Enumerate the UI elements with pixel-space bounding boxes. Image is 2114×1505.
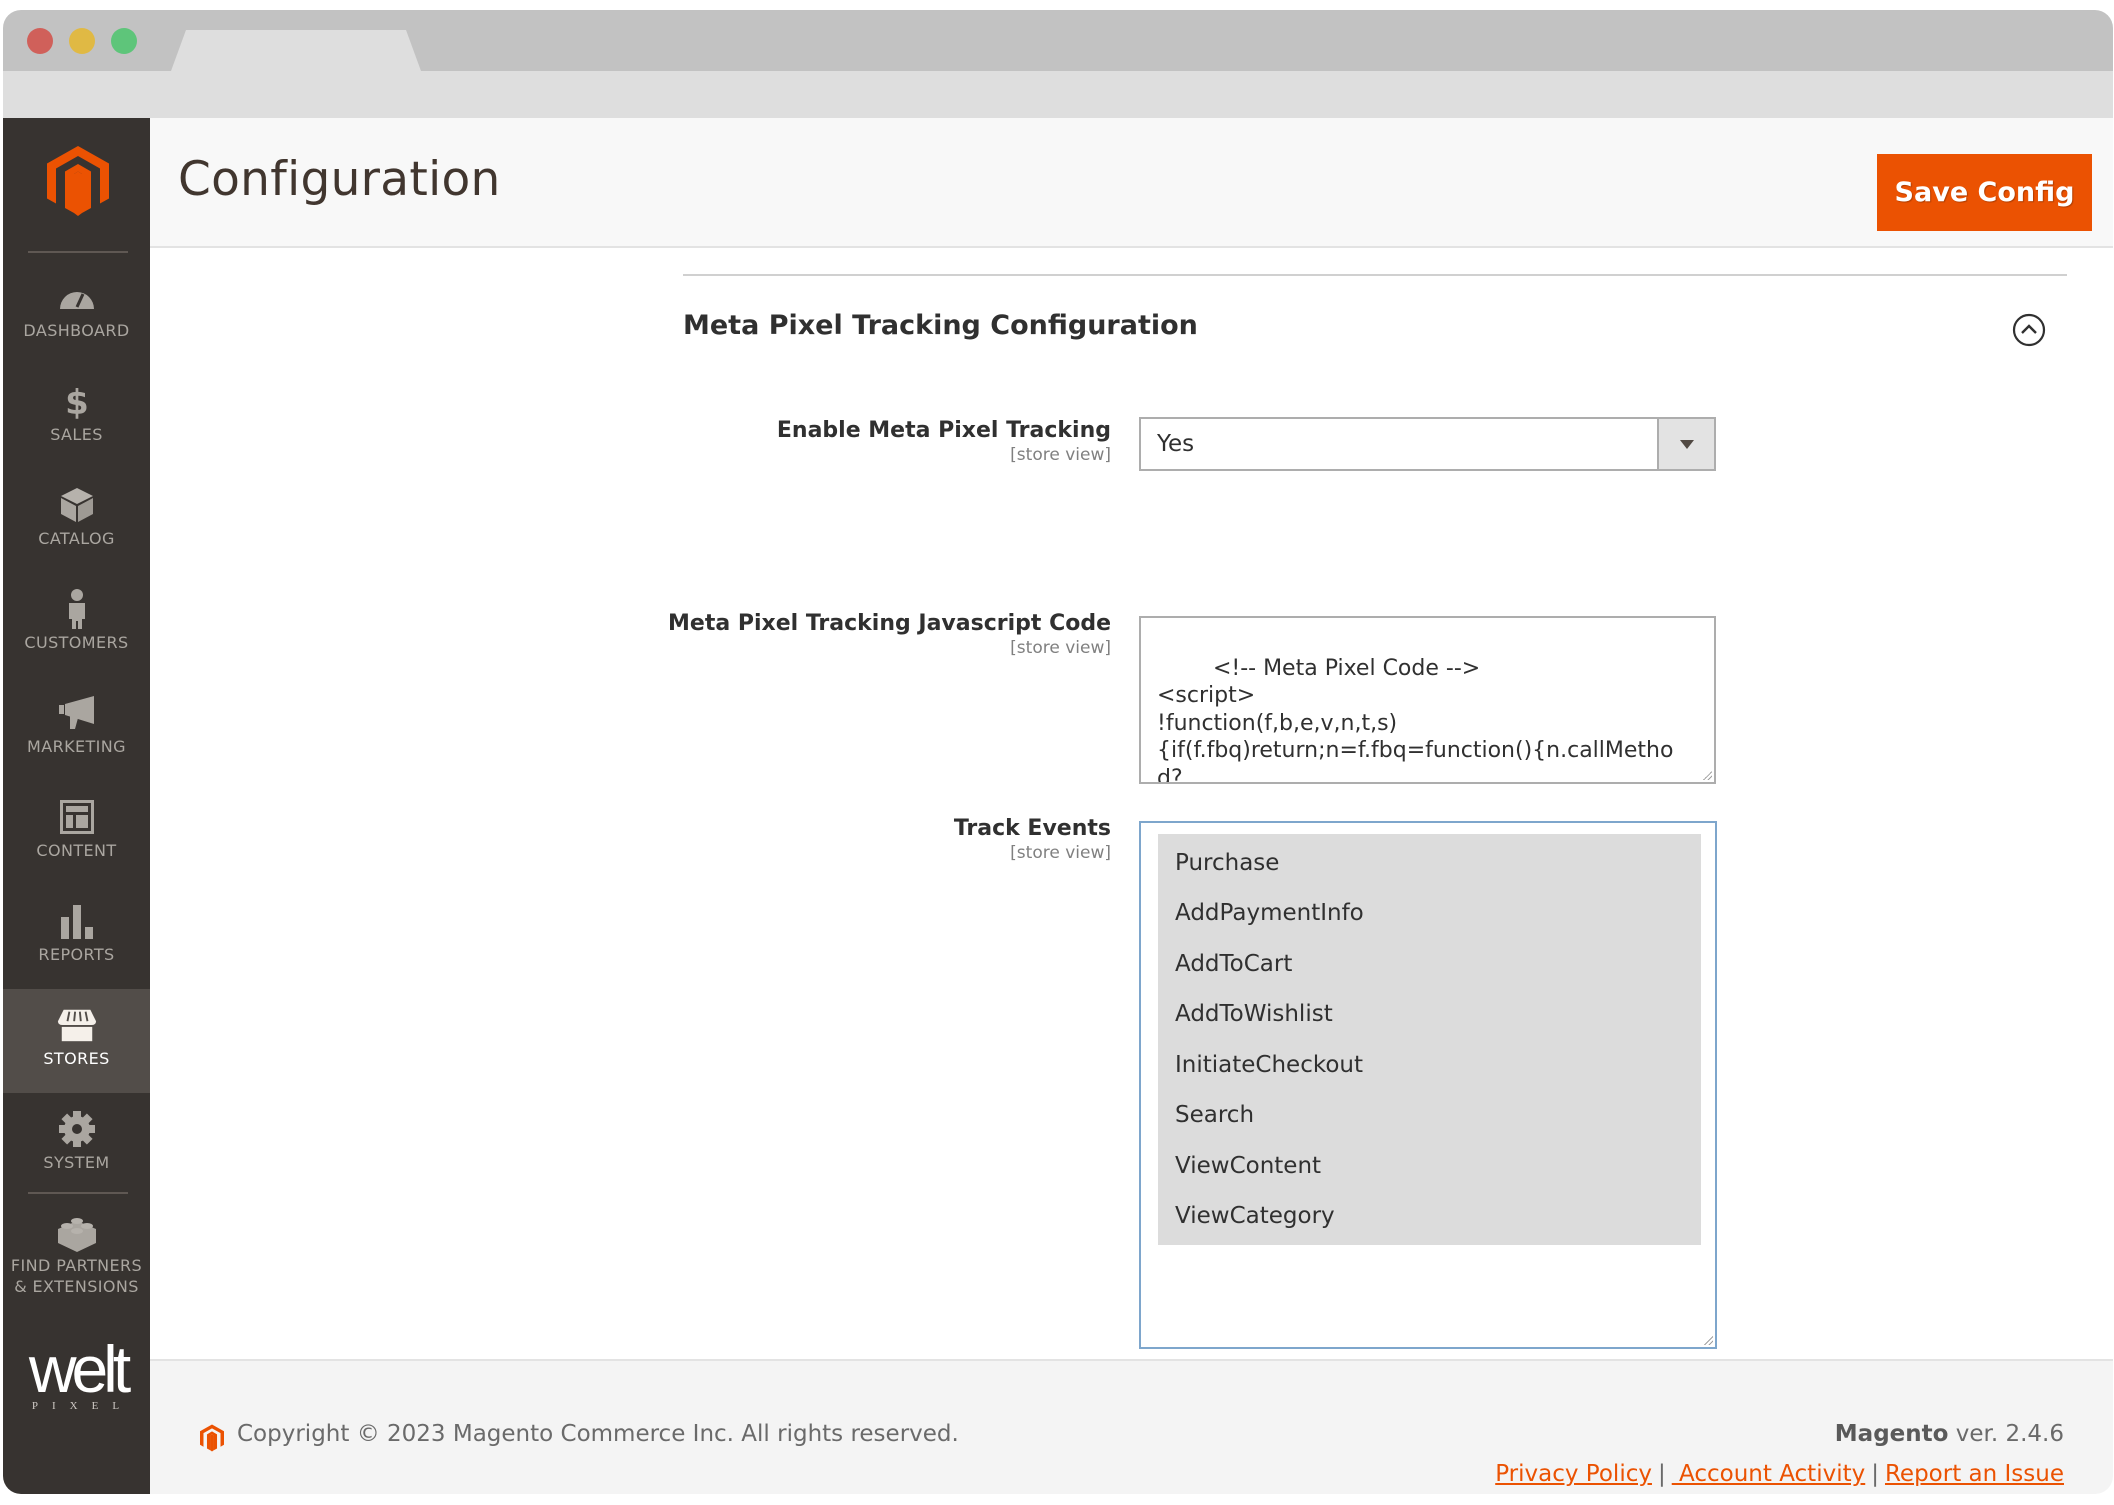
copyright-text: Copyright © 2023 Magento Commerce Inc. A… <box>237 1421 959 1447</box>
enable-tracking-select[interactable]: Yes <box>1139 417 1716 471</box>
sidebar-item-customers[interactable]: CUSTOMERS <box>3 573 150 677</box>
admin-sidebar: DASHBOARD $ SALES CATALOG CUSTOMERS MARK… <box>3 118 150 1494</box>
sidebar-item-label: CONTENT <box>36 841 117 860</box>
page-title: Configuration <box>178 152 501 207</box>
page-footer: Copyright © 2023 Magento Commerce Inc. A… <box>150 1359 2113 1494</box>
sidebar-item-label: STORES <box>43 1049 110 1068</box>
sidebar-item-dashboard[interactable]: DASHBOARD <box>3 261 150 365</box>
browser-toolbar <box>3 71 2113 118</box>
select-value: Yes <box>1157 431 1195 457</box>
sidebar-item-catalog[interactable]: CATALOG <box>3 469 150 573</box>
maximize-window-button[interactable] <box>111 28 137 54</box>
gear-icon <box>57 1111 97 1147</box>
megaphone-icon <box>57 695 97 731</box>
version-number: ver. 2.4.6 <box>1948 1421 2064 1447</box>
save-config-button[interactable]: Save Config <box>1877 154 2092 231</box>
magento-footer-logo-icon <box>200 1424 224 1452</box>
caret-down-icon <box>1679 439 1694 449</box>
track-events-label: Track Events [store view] <box>954 816 1111 863</box>
track-events-options: Purchase AddPaymentInfo AddToCart AddToW… <box>1158 834 1701 1245</box>
event-option-view-content[interactable]: ViewContent <box>1158 1140 1701 1191</box>
sidebar-item-system[interactable]: SYSTEM <box>3 1093 150 1197</box>
resize-handle[interactable] <box>1702 770 1712 780</box>
event-option-view-category[interactable]: ViewCategory <box>1158 1191 1701 1245</box>
magento-admin: DASHBOARD $ SALES CATALOG CUSTOMERS MARK… <box>3 118 2113 1494</box>
enable-tracking-label: Enable Meta Pixel Tracking [store view] <box>777 418 1111 465</box>
sidebar-item-content[interactable]: CONTENT <box>3 781 150 885</box>
sidebar-item-sales[interactable]: $ SALES <box>3 365 150 469</box>
weltpixel-logo-word: welt <box>28 1332 131 1406</box>
sidebar-item-label: SYSTEM <box>43 1153 110 1172</box>
browser-titlebar <box>3 10 2113 71</box>
privacy-policy-link[interactable]: Privacy Policy <box>1495 1461 1652 1487</box>
footer-links: Privacy Policy | Account Activity | Report … <box>1495 1461 2064 1487</box>
report-issue-link[interactable]: Report an Issue <box>1885 1461 2064 1487</box>
tracking-code-textarea[interactable]: <!-- Meta Pixel Code --> <script> !funct… <box>1139 616 1716 784</box>
sidebar-item-find-partners[interactable]: FIND PARTNERS & EXTENSIONS <box>3 1198 150 1313</box>
track-events-multiselect[interactable]: Purchase AddPaymentInfo AddToCart AddToW… <box>1139 821 1717 1349</box>
sidebar-item-stores[interactable]: STORES <box>3 989 150 1093</box>
resize-handle[interactable] <box>1703 1335 1713 1345</box>
collapse-section-icon[interactable] <box>2012 313 2046 347</box>
storefront-icon <box>57 1007 97 1043</box>
select-dropdown-toggle[interactable] <box>1657 419 1714 469</box>
box-icon <box>57 487 97 523</box>
browser-window: DASHBOARD $ SALES CATALOG CUSTOMERS MARK… <box>3 10 2113 1494</box>
textarea-content: <!-- Meta Pixel Code --> <script> !funct… <box>1157 655 1674 784</box>
sidebar-item-label: CUSTOMERS <box>24 633 129 652</box>
magento-version: Magento ver. 2.4.6 <box>1835 1421 2064 1447</box>
field-scope: [store view] <box>1010 843 1111 863</box>
sidebar-item-label: DASHBOARD <box>23 321 130 340</box>
event-option-initiate-checkout[interactable]: InitiateCheckout <box>1158 1039 1701 1090</box>
dashboard-gauge-icon <box>57 279 97 315</box>
weltpixel-logo: welt PIXEL <box>15 1336 140 1412</box>
tracking-code-label: Meta Pixel Tracking Javascript Code [sto… <box>668 611 1111 658</box>
field-label: Track Events <box>953 816 1111 841</box>
event-option-search[interactable]: Search <box>1158 1090 1701 1141</box>
event-option-purchase[interactable]: Purchase <box>1158 834 1701 888</box>
browser-tab[interactable] <box>171 30 421 71</box>
sidebar-item-label: REPORTS <box>38 945 115 964</box>
field-label: Meta Pixel Tracking Javascript Code <box>668 611 1111 636</box>
field-scope: [store view] <box>1010 638 1111 658</box>
event-option-add-payment-info[interactable]: AddPaymentInfo <box>1158 888 1701 939</box>
minimize-window-button[interactable] <box>69 28 95 54</box>
sidebar-item-label: CATALOG <box>38 529 115 548</box>
sidebar-divider <box>28 1192 128 1194</box>
magento-logo-icon[interactable] <box>47 146 109 216</box>
link-separator: | <box>1871 1461 1879 1487</box>
event-option-add-to-wishlist[interactable]: AddToWishlist <box>1158 989 1701 1040</box>
bar-chart-icon <box>57 903 97 939</box>
sidebar-divider <box>28 251 128 253</box>
field-label: Enable Meta Pixel Tracking <box>776 418 1111 443</box>
page-header: Configuration Save Config <box>150 118 2113 248</box>
link-separator: | <box>1657 1461 1666 1487</box>
sidebar-item-label-line1: FIND PARTNERS <box>10 1256 143 1275</box>
event-option-add-to-cart[interactable]: AddToCart <box>1158 938 1701 989</box>
version-brand: Magento <box>1834 1421 1949 1447</box>
lego-brick-icon <box>57 1216 97 1252</box>
weltpixel-logo-sub: PIXEL <box>31 1400 134 1412</box>
layout-icon <box>57 799 97 835</box>
sidebar-item-label-line2: & EXTENSIONS <box>14 1277 139 1296</box>
dollar-icon: $ <box>57 383 97 420</box>
sidebar-item-label: MARKETING <box>27 737 126 756</box>
sidebar-item-reports[interactable]: REPORTS <box>3 885 150 989</box>
sidebar-item-label: FIND PARTNERS & EXTENSIONS <box>3 1255 150 1297</box>
sidebar-item-label: SALES <box>50 425 103 444</box>
svg-text:$: $ <box>65 383 89 420</box>
section-title[interactable]: Meta Pixel Tracking Configuration <box>683 310 1198 341</box>
person-icon <box>57 589 97 629</box>
section-divider <box>683 274 2067 276</box>
sidebar-item-marketing[interactable]: MARKETING <box>3 677 150 781</box>
close-window-button[interactable] <box>27 28 53 54</box>
field-scope: [store view] <box>1010 445 1111 465</box>
config-content: Meta Pixel Tracking Configuration Enable… <box>150 250 2113 1359</box>
account-activity-link[interactable]: Account Activity <box>1672 1461 1865 1487</box>
